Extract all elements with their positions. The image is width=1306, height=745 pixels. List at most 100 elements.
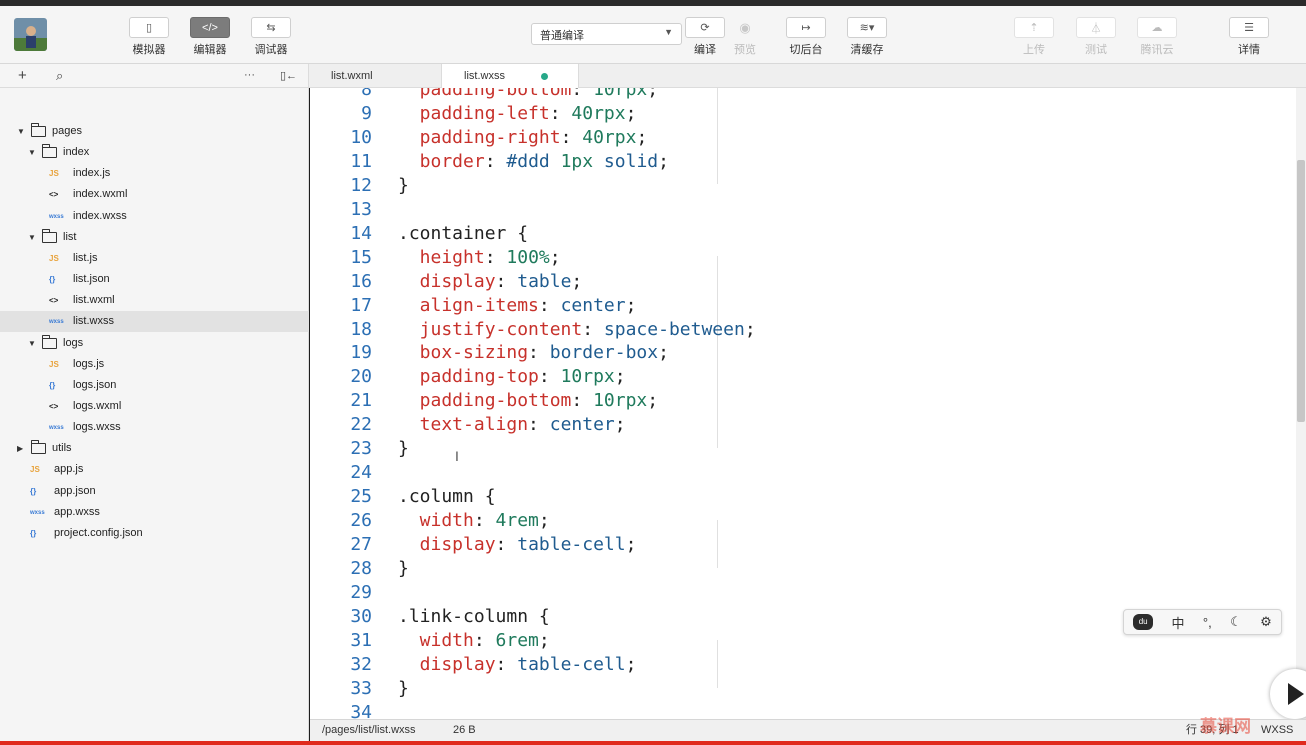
code-token: solid xyxy=(593,150,659,172)
simulator-button[interactable]: ▯ 模拟器 xyxy=(129,17,169,57)
debugger-button[interactable]: ⇆ 调试器 xyxy=(251,17,291,57)
tree-file[interactable]: <> logs.wxml xyxy=(0,396,309,417)
tree-file[interactable]: {} project.config.json xyxy=(0,523,309,544)
upload-icon: ⇡ xyxy=(1014,17,1054,38)
chevron-down-icon[interactable]: ▼ xyxy=(28,333,36,354)
folder-open-icon xyxy=(31,123,46,137)
code-token: : xyxy=(495,270,518,292)
ime-punctuation-toggle[interactable]: °, xyxy=(1203,615,1212,630)
code-token: 40rpx xyxy=(582,126,637,148)
code-token: border xyxy=(398,150,485,172)
chevron-down-icon[interactable]: ▼ xyxy=(28,142,36,163)
status-language[interactable]: WXSS xyxy=(1261,720,1293,741)
tree-file[interactable]: JS app.js xyxy=(0,459,309,480)
status-file-size: 26 B xyxy=(453,724,476,736)
chevron-right-icon[interactable]: ▶ xyxy=(17,438,23,459)
code-token: { xyxy=(484,486,496,508)
tree-file[interactable]: JS logs.js xyxy=(0,354,309,375)
line-number: 15 xyxy=(350,246,372,268)
top-toolbar: ▯ 模拟器 </> 编辑器 ⇆ 调试器 普通编译 ▼ ⟳ 编译 ◉ 预览 ↦ 切… xyxy=(0,6,1306,64)
test-label: 测试 xyxy=(1085,44,1107,56)
chevron-down-icon[interactable]: ▼ xyxy=(17,121,25,142)
test-button[interactable]: ⏃ 测试 xyxy=(1076,17,1116,57)
clear-cache-button[interactable]: ≋▾ 清缓存 xyxy=(847,17,887,57)
code-icon: </> xyxy=(190,17,230,38)
code-token: } xyxy=(398,558,409,579)
tree-label: index.wxss xyxy=(73,209,127,222)
file-explorer: + ⌕ ··· ▯← ▼ pages ▼ index JS index.js <> index… xyxy=(0,64,309,745)
tencent-cloud-button[interactable]: ☁ 腾讯云 xyxy=(1137,17,1177,57)
code-token: table xyxy=(517,270,572,292)
du-paw-icon[interactable]: du xyxy=(1133,614,1154,630)
code-token: padding-bottom xyxy=(398,390,572,412)
preview-button[interactable]: ◉ 预览 xyxy=(725,17,765,57)
collapse-icon[interactable]: ▯← xyxy=(280,69,297,82)
tree-file[interactable]: JS index.js xyxy=(0,163,309,184)
code-token: ; xyxy=(658,342,669,364)
code-token: 40rpx xyxy=(571,102,626,124)
line-number: 24 xyxy=(350,462,372,484)
tree-file[interactable]: wxss logs.wxss xyxy=(0,417,309,438)
code-token: 1px xyxy=(560,150,594,172)
details-button[interactable]: ☰ 详情 xyxy=(1229,17,1269,57)
code-token: ; xyxy=(538,510,550,532)
code-token: table-cell xyxy=(517,653,626,675)
tree-file[interactable]: <> list.wxml xyxy=(0,290,309,311)
wxml-file-icon: <> xyxy=(49,401,59,411)
chevron-down-icon[interactable]: ▼ xyxy=(28,227,36,248)
tab-list-wxml[interactable]: list.wxml xyxy=(309,64,442,88)
upload-label: 上传 xyxy=(1023,44,1045,56)
debugger-label: 调试器 xyxy=(254,44,288,56)
js-file-icon: JS xyxy=(49,253,59,263)
editor-button[interactable]: </> 编辑器 xyxy=(190,17,230,57)
tree-file[interactable]: wxss index.wxss xyxy=(0,206,309,227)
code-token: : xyxy=(473,629,496,651)
tree-file[interactable]: wxss list.wxss xyxy=(0,311,309,333)
wxss-file-icon: wxss xyxy=(49,425,64,432)
tree-folder-list[interactable]: ▼ list xyxy=(0,227,309,248)
code-token: : xyxy=(528,342,550,364)
search-icon[interactable]: ⌕ xyxy=(56,68,63,84)
moon-icon[interactable]: ☾ xyxy=(1230,614,1242,630)
tree-label: logs.wxml xyxy=(73,399,122,412)
tab-list-wxss[interactable]: list.wxss xyxy=(442,64,579,89)
wxss-file-icon: wxss xyxy=(49,213,64,220)
tree-folder-pages[interactable]: ▼ pages xyxy=(0,121,309,142)
editor-label: 编辑器 xyxy=(193,44,227,56)
folder-open-icon xyxy=(42,228,57,243)
tree-file[interactable]: <> index.wxml xyxy=(0,184,309,205)
tree-file[interactable]: {} logs.json xyxy=(0,375,309,396)
code-token: border-box xyxy=(549,342,659,364)
ime-language-toggle[interactable]: 中 xyxy=(1172,613,1185,632)
tree-file[interactable]: {} list.json xyxy=(0,269,309,290)
compile-mode-select[interactable]: 普通编译 ▼ xyxy=(531,23,682,45)
tree-label: app.json xyxy=(54,484,96,497)
tree-folder-utils[interactable]: ▶ utils xyxy=(0,438,309,459)
more-icon[interactable]: ··· xyxy=(244,69,255,81)
scrollbar-thumb[interactable] xyxy=(1297,160,1305,422)
code-text: } xyxy=(398,437,409,461)
backend-button[interactable]: ↦ 切后台 xyxy=(786,17,826,57)
code-token: } xyxy=(398,174,409,196)
add-icon[interactable]: + xyxy=(18,67,27,84)
wxss-file-icon: wxss xyxy=(49,319,64,326)
js-file-icon: JS xyxy=(49,359,59,369)
compile-button[interactable]: ⟳ 编译 xyxy=(685,17,725,57)
tree-file[interactable]: JS list.js xyxy=(0,248,309,269)
upload-button[interactable]: ⇡ 上传 xyxy=(1014,17,1054,57)
cloud-icon: ☁ xyxy=(1137,17,1177,38)
code-token: #ddd xyxy=(506,150,561,172)
bottom-progress-strip xyxy=(0,741,1306,745)
code-text: border: #ddd 1px solid; xyxy=(398,150,669,174)
line-number: 25 xyxy=(350,486,372,508)
code-text: text-align: center; xyxy=(398,413,626,437)
avatar[interactable] xyxy=(14,18,47,51)
line-number: 21 xyxy=(350,390,372,412)
code-token: ; xyxy=(658,150,669,172)
tree-folder-index[interactable]: ▼ index xyxy=(0,142,309,163)
tree-file[interactable]: {} app.json xyxy=(0,481,309,502)
tree-file[interactable]: wxss app.wxss xyxy=(0,502,309,523)
gear-icon[interactable]: ⚙ xyxy=(1260,614,1272,630)
layers-icon: ≋▾ xyxy=(847,17,887,38)
tree-folder-logs[interactable]: ▼ logs xyxy=(0,333,309,354)
